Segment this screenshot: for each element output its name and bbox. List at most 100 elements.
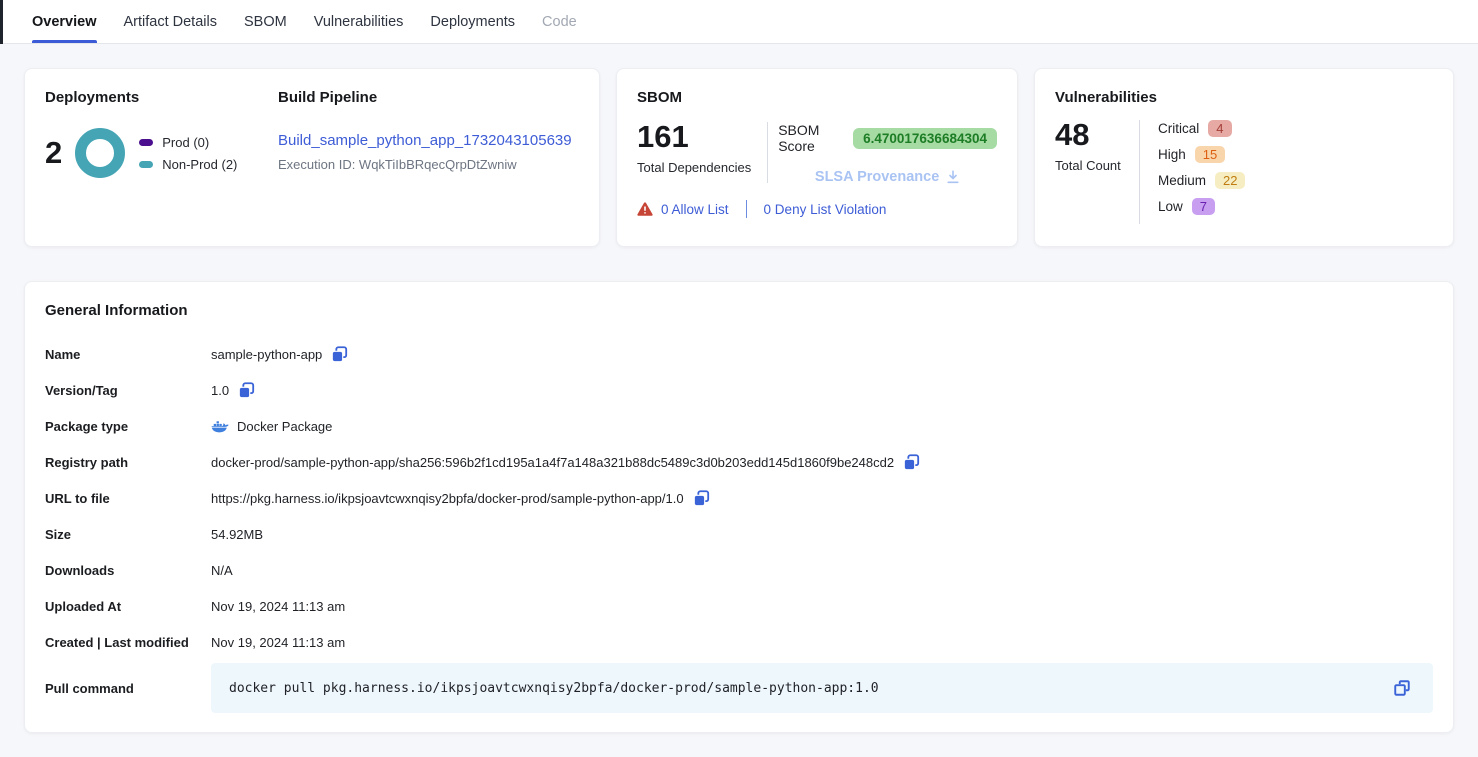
build-pipeline-title: Build Pipeline	[278, 89, 579, 106]
tab-vulnerabilities[interactable]: Vulnerabilities	[314, 0, 404, 43]
copy-url-button[interactable]	[693, 490, 710, 507]
row-pull-command: Pull command docker pull pkg.harness.io/…	[45, 663, 1433, 713]
deny-list-link[interactable]: 0 Deny List Violation	[764, 202, 887, 217]
name-label: Name	[45, 347, 211, 362]
general-information-card: General Information Name sample-python-a…	[24, 281, 1454, 733]
deployments-section: Deployments 2 Prod (0) Non-Prod (2)	[45, 89, 278, 226]
high-count-badge: 15	[1195, 146, 1225, 163]
tab-artifact-details[interactable]: Artifact Details	[124, 0, 217, 43]
copy-icon	[1393, 679, 1411, 697]
pull-command-value: docker pull pkg.harness.io/ikpsjoavtcwxn…	[229, 681, 879, 696]
vulnerabilities-card: Vulnerabilities 48 Total Count Critical …	[1034, 68, 1454, 247]
severity-row-high: High 15	[1158, 144, 1245, 165]
uploaded-at-value: Nov 19, 2024 11:13 am	[211, 599, 345, 614]
sbom-total-label: Total Dependencies	[637, 160, 751, 175]
critical-label: Critical	[1158, 121, 1199, 136]
sbom-totals: 161 Total Dependencies	[637, 120, 751, 185]
low-count-badge: 7	[1192, 198, 1215, 215]
deployments-card: Deployments 2 Prod (0) Non-Prod (2)	[24, 68, 600, 247]
vulnerabilities-title: Vulnerabilities	[1055, 89, 1433, 106]
uploaded-at-label: Uploaded At	[45, 599, 211, 614]
execution-id: Execution ID: WqkTiIbBRqecQrpDtZwniw	[278, 157, 579, 172]
sbom-score-badge: 6.470017636684304	[853, 128, 997, 149]
url-to-file-value: https://pkg.harness.io/ikpsjoavtcwxnqisy…	[211, 491, 684, 506]
downloads-label: Downloads	[45, 563, 211, 578]
copy-icon	[331, 346, 348, 363]
deployments-total-count: 2	[45, 135, 62, 171]
sbom-title: SBOM	[637, 89, 997, 106]
allow-list-link[interactable]: 0 Allow List	[661, 202, 729, 217]
copy-icon	[238, 382, 255, 399]
docker-whale-icon	[211, 419, 230, 434]
prod-label: Prod (0)	[162, 135, 209, 150]
row-name: Name sample-python-app	[45, 336, 1433, 372]
overview-content: Deployments 2 Prod (0) Non-Prod (2)	[0, 44, 1478, 757]
slsa-provenance-link[interactable]: SLSA Provenance	[815, 169, 960, 185]
deployments-title: Deployments	[45, 89, 278, 106]
severity-row-medium: Medium 22	[1158, 170, 1245, 191]
row-version: Version/Tag 1.0	[45, 372, 1433, 408]
severity-row-critical: Critical 4	[1158, 118, 1245, 139]
tab-sbom[interactable]: SBOM	[244, 0, 287, 43]
name-value: sample-python-app	[211, 347, 322, 362]
prod-swatch	[139, 139, 153, 146]
registry-path-value: docker-prod/sample-python-app/sha256:596…	[211, 455, 894, 470]
sbom-card: SBOM 161 Total Dependencies SBOM Score 6…	[616, 68, 1018, 247]
version-value: 1.0	[211, 383, 229, 398]
pull-command-box: docker pull pkg.harness.io/ikpsjoavtcwxn…	[211, 663, 1433, 713]
vulnerabilities-total-count: 48	[1055, 118, 1139, 152]
links-divider	[746, 200, 747, 218]
created-modified-value: Nov 19, 2024 11:13 am	[211, 635, 345, 650]
sidebar-edge	[0, 0, 3, 44]
tab-code: Code	[542, 0, 577, 43]
tab-deployments[interactable]: Deployments	[430, 0, 515, 43]
url-to-file-label: URL to file	[45, 491, 211, 506]
package-type-label: Package type	[45, 419, 211, 434]
deployments-donut-chart	[74, 127, 126, 179]
vulnerabilities-totals: 48 Total Count	[1055, 118, 1139, 226]
download-icon	[946, 170, 960, 184]
row-downloads: Downloads N/A	[45, 552, 1433, 588]
row-uploaded-at: Uploaded At Nov 19, 2024 11:13 am	[45, 588, 1433, 624]
build-pipeline-section: Build Pipeline Build_sample_python_app_1…	[278, 89, 579, 226]
copy-icon	[903, 454, 920, 471]
summary-cards-row: Deployments 2 Prod (0) Non-Prod (2)	[24, 68, 1454, 247]
severity-list: Critical 4 High 15 Medium 22 Low 7	[1140, 118, 1245, 226]
copy-version-button[interactable]	[238, 382, 255, 399]
pull-command-label: Pull command	[45, 681, 211, 696]
medium-label: Medium	[1158, 173, 1206, 188]
critical-count-badge: 4	[1208, 120, 1231, 137]
downloads-value: N/A	[211, 563, 233, 578]
version-label: Version/Tag	[45, 383, 211, 398]
legend-item-prod: Prod (0)	[139, 135, 237, 150]
row-registry-path: Registry path docker-prod/sample-python-…	[45, 444, 1433, 480]
severity-row-low: Low 7	[1158, 196, 1245, 217]
row-size: Size 54.92MB	[45, 516, 1433, 552]
medium-count-badge: 22	[1215, 172, 1245, 189]
nonprod-swatch	[139, 161, 153, 168]
copy-name-button[interactable]	[331, 346, 348, 363]
copy-pull-command-button[interactable]	[1393, 679, 1411, 697]
nonprod-label: Non-Prod (2)	[162, 157, 237, 172]
registry-path-label: Registry path	[45, 455, 211, 470]
pipeline-link[interactable]: Build_sample_python_app_1732043105639	[278, 132, 572, 149]
artifact-tabbar: Overview Artifact Details SBOM Vulnerabi…	[0, 0, 1478, 44]
sbom-score-label: SBOM Score	[778, 122, 844, 154]
package-type-value: Docker Package	[237, 419, 332, 434]
row-created-modified: Created | Last modified Nov 19, 2024 11:…	[45, 624, 1433, 660]
sbom-total-count: 161	[637, 120, 751, 154]
copy-registry-path-button[interactable]	[903, 454, 920, 471]
copy-icon	[693, 490, 710, 507]
warning-triangle-icon	[637, 202, 653, 216]
size-label: Size	[45, 527, 211, 542]
size-value: 54.92MB	[211, 527, 263, 542]
deployments-legend: Prod (0) Non-Prod (2)	[139, 135, 237, 172]
general-information-title: General Information	[45, 302, 1433, 319]
row-url-to-file: URL to file https://pkg.harness.io/ikpsj…	[45, 480, 1433, 516]
row-package-type: Package type Docker Package	[45, 408, 1433, 444]
tab-overview[interactable]: Overview	[32, 0, 97, 43]
high-label: High	[1158, 147, 1186, 162]
slsa-provenance-label: SLSA Provenance	[815, 169, 939, 185]
created-modified-label: Created | Last modified	[45, 635, 211, 650]
vulnerabilities-total-label: Total Count	[1055, 158, 1139, 173]
